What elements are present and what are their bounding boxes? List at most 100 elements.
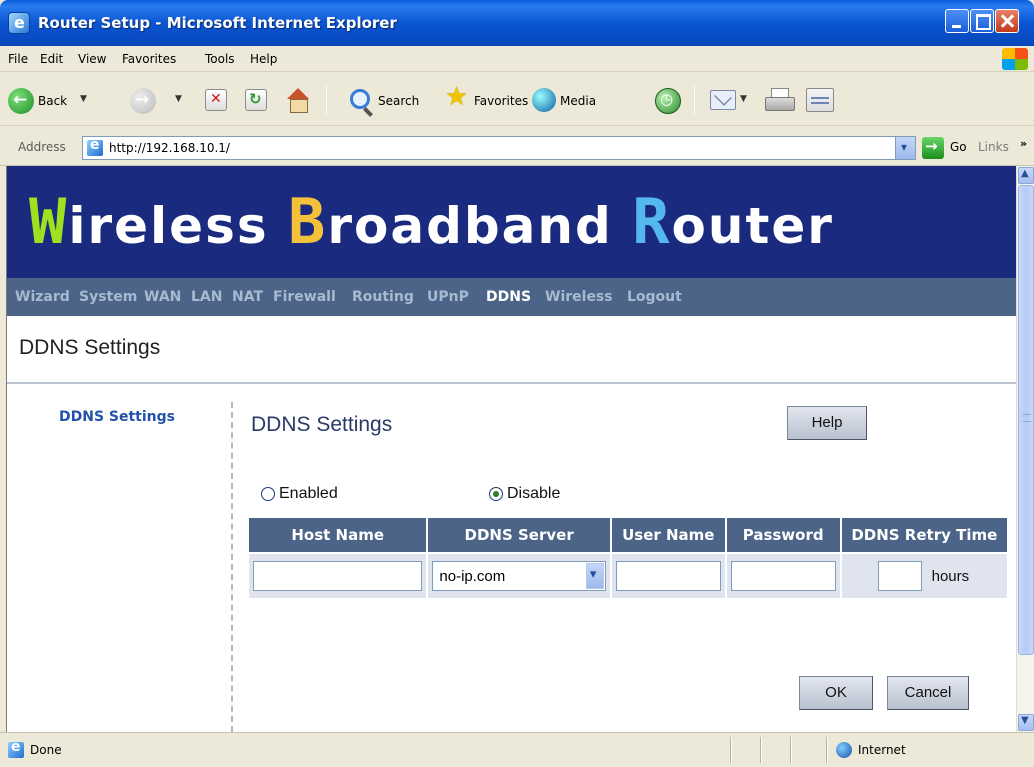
title-bar: Router Setup - Microsoft Internet Explor…: [0, 0, 1034, 46]
heading-divider: [7, 382, 1016, 384]
user-name-cell: [611, 554, 725, 598]
media-button-label[interactable]: Media: [560, 94, 596, 108]
address-input[interactable]: http://192.168.10.1/: [82, 136, 916, 160]
zone-text: Internet: [858, 743, 906, 757]
table-header-row: Host Name DDNS Server User Name Password…: [249, 518, 1007, 552]
nav-upnp[interactable]: UPnP: [427, 289, 469, 305]
go-arrow-icon[interactable]: [922, 137, 944, 159]
user-name-input[interactable]: [615, 561, 721, 591]
host-name-cell: [249, 554, 427, 598]
retry-time-input[interactable]: [877, 561, 922, 591]
chevron-down-icon[interactable]: [585, 563, 604, 589]
enabled-radio[interactable]: [261, 487, 275, 501]
history-icon[interactable]: [655, 88, 681, 114]
ie-page-icon: [87, 137, 103, 156]
menu-file[interactable]: File: [8, 52, 28, 66]
menu-favorites[interactable]: Favorites: [122, 52, 176, 66]
nav-nat[interactable]: NAT: [232, 289, 263, 305]
banner-word-1: ireless: [68, 197, 289, 255]
address-bar: Address http://192.168.10.1/ Go Links »: [0, 126, 1034, 166]
status-separator: [760, 737, 762, 763]
media-icon[interactable]: [532, 88, 556, 112]
status-separator: [790, 737, 792, 763]
scroll-grip: [1023, 414, 1031, 422]
menu-help[interactable]: Help: [250, 52, 277, 66]
search-icon[interactable]: [350, 89, 370, 109]
go-button-label[interactable]: Go: [950, 140, 967, 154]
maximize-button[interactable]: [970, 9, 994, 33]
col-password: Password: [726, 518, 840, 552]
ddns-server-value: no-ip.com: [439, 568, 506, 585]
back-dropdown-icon[interactable]: ▼: [80, 94, 87, 104]
forward-dropdown-icon[interactable]: ▼: [175, 94, 182, 104]
ddns-server-select[interactable]: no-ip.com: [432, 561, 606, 591]
ddns-table: Host Name DDNS Server User Name Password…: [247, 516, 1009, 600]
status-separator: [826, 737, 828, 763]
favorites-button-label[interactable]: Favorites: [474, 94, 528, 108]
page-done-icon: [8, 739, 24, 758]
router-banner: Wireless Broadband Router: [7, 166, 1016, 278]
nav-ddns[interactable]: DDNS: [486, 289, 531, 305]
nav-wireless[interactable]: Wireless: [545, 289, 613, 305]
ok-button[interactable]: OK: [799, 676, 873, 710]
mail-icon[interactable]: [710, 90, 736, 110]
print-icon[interactable]: [765, 88, 795, 112]
address-label: Address: [18, 140, 66, 154]
links-label[interactable]: Links: [978, 140, 1009, 154]
disable-label: Disable: [507, 485, 561, 502]
status-text: Done: [30, 743, 62, 757]
address-url[interactable]: http://192.168.10.1/: [109, 141, 230, 155]
nav-routing[interactable]: Routing: [352, 289, 414, 305]
sidebar-divider: [231, 402, 233, 732]
refresh-icon[interactable]: [245, 89, 267, 111]
nav-logout[interactable]: Logout: [627, 289, 682, 305]
disable-radio[interactable]: [489, 487, 503, 501]
retry-unit-label: hours: [931, 568, 970, 585]
banner-word-3: outer: [671, 197, 834, 255]
address-dropdown-icon[interactable]: [895, 137, 915, 159]
scroll-thumb[interactable]: [1018, 185, 1034, 655]
nav-wan[interactable]: WAN: [144, 289, 181, 305]
close-button[interactable]: [995, 9, 1019, 33]
search-button-label[interactable]: Search: [378, 94, 419, 108]
host-name-input[interactable]: [253, 561, 423, 591]
ie-app-icon: [8, 12, 30, 34]
stop-icon[interactable]: [205, 89, 227, 111]
scroll-up-icon[interactable]: [1018, 167, 1034, 184]
home-icon[interactable]: [285, 88, 311, 113]
scroll-down-icon[interactable]: [1018, 714, 1034, 731]
ddns-server-cell: no-ip.com: [428, 554, 610, 598]
menu-view[interactable]: View: [78, 52, 106, 66]
toolbar-separator: [326, 86, 327, 114]
banner-cap-b: B: [288, 185, 328, 258]
col-retry-time: DDNS Retry Time: [841, 518, 1007, 552]
edit-icon[interactable]: [806, 88, 834, 112]
sidebar-item-ddns-settings[interactable]: DDNS Settings: [59, 409, 175, 425]
table-row: no-ip.com hours: [249, 554, 1007, 598]
back-button-label[interactable]: Back: [38, 94, 67, 108]
nav-system[interactable]: System: [79, 289, 137, 305]
cancel-button[interactable]: Cancel: [887, 676, 969, 710]
nav-lan[interactable]: LAN: [191, 289, 222, 305]
chevron-right-icon[interactable]: »: [1020, 137, 1027, 150]
window-title: Router Setup - Microsoft Internet Explor…: [38, 14, 397, 32]
nav-firewall[interactable]: Firewall: [273, 289, 336, 305]
menu-bar: File Edit View Favorites Tools Help: [0, 46, 1034, 72]
menu-edit[interactable]: Edit: [40, 52, 63, 66]
minimize-button[interactable]: [945, 9, 969, 33]
help-button[interactable]: Help: [787, 406, 867, 440]
forward-arrow-icon[interactable]: [130, 88, 156, 114]
retry-time-cell: hours: [841, 554, 1007, 598]
vertical-scrollbar[interactable]: [1016, 166, 1034, 732]
menu-tools[interactable]: Tools: [205, 52, 235, 66]
password-cell: [726, 554, 840, 598]
windows-logo-icon: [1002, 48, 1028, 70]
section-title: DDNS Settings: [251, 413, 393, 436]
nav-wizard[interactable]: Wizard: [15, 289, 70, 305]
mail-dropdown-icon[interactable]: ▼: [740, 94, 747, 104]
favorites-star-icon[interactable]: ★: [445, 82, 468, 112]
back-arrow-icon[interactable]: [8, 88, 34, 114]
status-bar: Done Internet: [0, 732, 1034, 767]
status-separator: [730, 737, 732, 763]
password-input[interactable]: [730, 561, 836, 591]
